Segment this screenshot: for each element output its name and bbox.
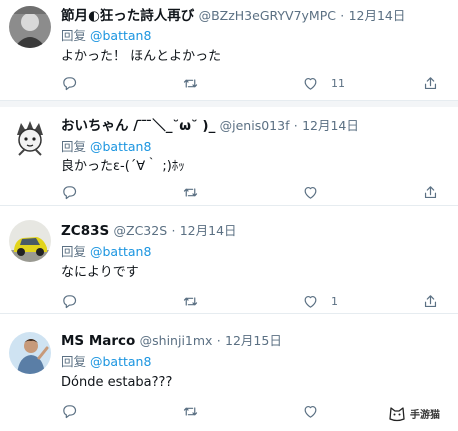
avatar[interactable] bbox=[9, 332, 51, 374]
retweet-button[interactable] bbox=[182, 401, 211, 421]
reply-context: 回复 @battan8 bbox=[61, 353, 151, 371]
cat-logo-icon bbox=[389, 407, 405, 422]
display-name[interactable]: MS Marco bbox=[61, 333, 135, 349]
tweet-1[interactable]: 節月◐狂った詩人再び @BZzH3eGRYV7yMPC · 12月14日 回复 … bbox=[0, 0, 458, 101]
tweet-3[interactable]: ZC83S @ZC32S · 12月14日 回复 @battan8 なによりです… bbox=[0, 206, 458, 314]
share-button[interactable] bbox=[422, 73, 439, 93]
reply-button[interactable] bbox=[61, 291, 90, 311]
share-icon bbox=[424, 185, 437, 198]
separator-dot: · bbox=[171, 223, 176, 238]
reply-context: 回复 @battan8 bbox=[61, 138, 151, 156]
separator-dot: · bbox=[216, 333, 221, 348]
display-name[interactable]: ZC83S bbox=[61, 223, 109, 239]
tweet-header: 節月◐狂った詩人再び @BZzH3eGRYV7yMPC · 12月14日 bbox=[61, 6, 450, 26]
user-handle[interactable]: @ZC32S bbox=[114, 223, 168, 238]
like-button[interactable] bbox=[302, 182, 331, 202]
reply-prefix: 回复 bbox=[61, 244, 87, 259]
mention-link[interactable]: @battan8 bbox=[90, 28, 151, 43]
avatar-image bbox=[9, 117, 51, 159]
tweet-text: Dónde estaba??? bbox=[61, 375, 173, 390]
watermark: 手游猫 bbox=[388, 404, 440, 422]
retweet-button[interactable] bbox=[182, 182, 211, 202]
like-button[interactable] bbox=[302, 401, 331, 421]
display-name[interactable]: 節月◐狂った詩人再び bbox=[61, 8, 194, 24]
like-count: 1 bbox=[331, 294, 338, 308]
reply-prefix: 回复 bbox=[61, 139, 87, 154]
reply-prefix: 回复 bbox=[61, 354, 87, 369]
user-handle[interactable]: @BZzH3eGRYV7yMPC bbox=[199, 8, 336, 23]
avatar[interactable] bbox=[9, 6, 51, 48]
tweet-text: なによりです bbox=[61, 265, 139, 280]
reply-button[interactable] bbox=[61, 401, 90, 421]
retweet-button[interactable] bbox=[182, 291, 211, 311]
like-button[interactable]: 1 bbox=[302, 291, 338, 311]
tweet-header: MS Marco @shinji1mx · 12月15日 bbox=[61, 331, 450, 351]
separator-dot: · bbox=[293, 118, 298, 133]
retweet-icon bbox=[183, 78, 198, 88]
retweet-icon bbox=[183, 296, 198, 306]
reply-icon bbox=[63, 185, 77, 199]
tweet-actions: 11 bbox=[61, 73, 448, 93]
user-handle[interactable]: @shinji1mx bbox=[140, 333, 213, 348]
share-button[interactable] bbox=[422, 182, 439, 202]
avatar[interactable] bbox=[9, 220, 51, 262]
tweet-actions bbox=[61, 182, 448, 202]
avatar-image bbox=[9, 332, 51, 374]
avatar-image bbox=[9, 6, 51, 48]
mention-link[interactable]: @battan8 bbox=[90, 244, 151, 259]
heart-icon bbox=[304, 77, 317, 90]
tweet-date[interactable]: 12月14日 bbox=[349, 8, 406, 23]
heart-icon bbox=[304, 295, 317, 308]
tweet-header: ZC83S @ZC32S · 12月14日 bbox=[61, 221, 450, 241]
heart-icon bbox=[304, 186, 317, 199]
reply-context: 回复 @battan8 bbox=[61, 243, 151, 261]
tweet-date[interactable]: 12月14日 bbox=[180, 223, 237, 238]
tweet-date[interactable]: 12月14日 bbox=[302, 118, 359, 133]
share-icon bbox=[424, 76, 437, 89]
mention-link[interactable]: @battan8 bbox=[90, 139, 151, 154]
separator-dot: · bbox=[340, 8, 345, 23]
avatar[interactable] bbox=[9, 117, 51, 159]
tweet-header: おいちゃん / ̄ ̄ ̄＼_˘ω˘ )_ @jenis013f · 12月14… bbox=[61, 116, 450, 136]
share-button[interactable] bbox=[422, 291, 439, 311]
tweet-text: 良かったε-(´∀｀ ;)ﾎｯ bbox=[61, 159, 185, 174]
like-button[interactable]: 11 bbox=[302, 73, 345, 93]
tweet-date[interactable]: 12月15日 bbox=[225, 333, 282, 348]
reply-button[interactable] bbox=[61, 182, 90, 202]
retweet-button[interactable] bbox=[182, 73, 211, 93]
reply-prefix: 回复 bbox=[61, 28, 87, 43]
reply-button[interactable] bbox=[61, 73, 90, 93]
display-name[interactable]: おいちゃん / ̄ ̄ ̄＼_˘ω˘ )_ bbox=[61, 118, 215, 134]
reply-icon bbox=[63, 294, 77, 308]
tweet-2[interactable]: おいちゃん / ̄ ̄ ̄＼_˘ω˘ )_ @jenis013f · 12月14… bbox=[0, 107, 458, 206]
heart-icon bbox=[304, 405, 317, 418]
avatar-image bbox=[9, 220, 51, 262]
share-icon bbox=[424, 294, 437, 307]
tweet-actions: 1 bbox=[61, 291, 448, 311]
reply-icon bbox=[63, 76, 77, 90]
mention-link[interactable]: @battan8 bbox=[90, 354, 151, 369]
tweet-text: よかった！ ほんとよかった bbox=[61, 49, 222, 64]
like-count: 11 bbox=[331, 76, 345, 90]
user-handle[interactable]: @jenis013f bbox=[220, 118, 290, 133]
retweet-icon bbox=[183, 406, 198, 416]
reply-context: 回复 @battan8 bbox=[61, 27, 151, 45]
reply-icon bbox=[63, 404, 77, 418]
watermark-text: 手游猫 bbox=[410, 409, 440, 421]
retweet-icon bbox=[183, 187, 198, 197]
